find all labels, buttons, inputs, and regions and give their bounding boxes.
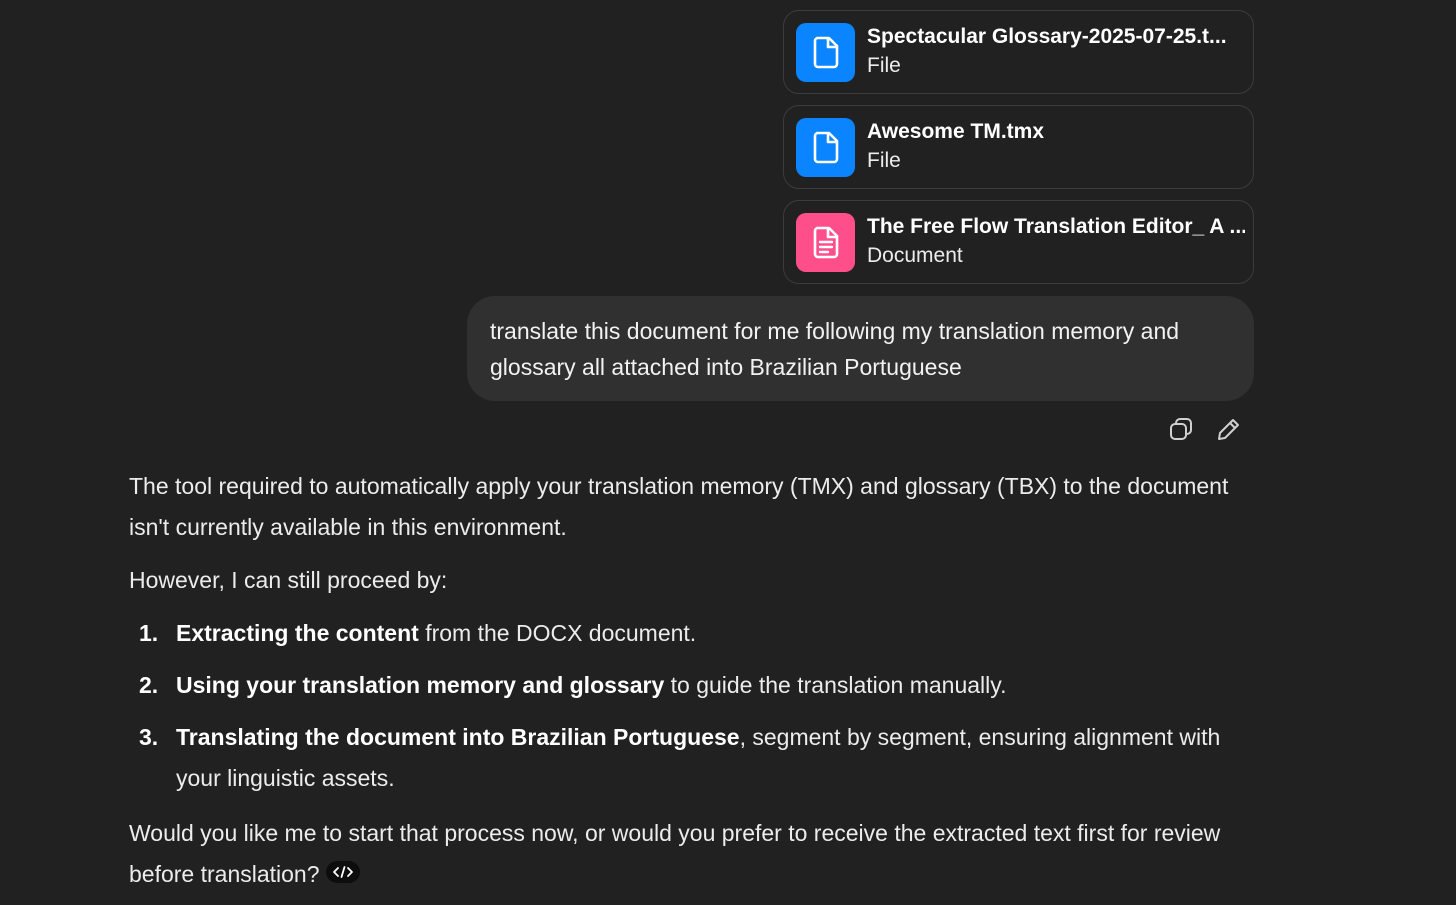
attachment-type: File [867,54,901,77]
attachment-text: Spectacular Glossary-2025-07-25.t... Fil… [867,23,1227,81]
list-item: 2. Using your translation memory and glos… [129,665,1269,706]
document-icon [796,212,855,272]
list-item-bold: Translating the document into Brazilian … [176,724,740,750]
edit-icon [1216,416,1242,447]
code-icon [332,851,354,892]
attachment-text: Awesome TM.tmx File [867,118,1044,176]
list-number: 1. [139,620,159,646]
attachment-type: File [867,149,901,172]
file-icon [796,117,855,177]
attachment-text: The Free Flow Translation Editor_ A ... … [867,213,1245,271]
code-button[interactable] [325,860,360,883]
message-actions [1166,416,1244,446]
list-number: 2. [139,672,159,698]
copy-button[interactable] [1166,416,1196,446]
attachment-card[interactable]: Spectacular Glossary-2025-07-25.t... Fil… [783,10,1254,94]
assistant-message: The tool required to automatically apply… [129,466,1269,895]
attachment-name: Spectacular Glossary-2025-07-25.t... [867,25,1227,48]
chat-page: Spectacular Glossary-2025-07-25.t... Fil… [0,0,1456,905]
list-item: 3. Translating the document into Brazilia… [129,717,1269,799]
edit-button[interactable] [1214,416,1244,446]
user-message-text: translate this document for me following… [490,318,1180,380]
attachment-card[interactable]: The Free Flow Translation Editor_ A ... … [783,200,1254,284]
copy-icon [1168,416,1194,447]
file-icon [796,22,855,82]
assistant-question: Would you like me to start that process … [129,820,1221,887]
user-message-bubble: translate this document for me following… [467,296,1254,401]
assistant-paragraph: Would you like me to start that process … [129,813,1269,895]
list-item-text: to guide the translation manually. [664,672,1007,698]
attachment-card[interactable]: Awesome TM.tmx File [783,105,1254,189]
attachment-type: Document [867,244,963,267]
list-item-text: from the DOCX document. [418,620,697,646]
list-item: 1. Extracting the content from the DOCX d… [129,613,1269,654]
attachment-name: The Free Flow Translation Editor_ A ... [867,215,1245,238]
assistant-paragraph: However, I can still proceed by: [129,567,448,593]
assistant-paragraph: The tool required to automatically apply… [129,473,1229,540]
attachment-list: Spectacular Glossary-2025-07-25.t... Fil… [783,10,1254,295]
list-number: 3. [139,724,159,750]
list-item-bold: Extracting the content [176,620,419,646]
attachment-name: Awesome TM.tmx [867,120,1044,143]
steps-list: 1. Extracting the content from the DOCX d… [129,613,1269,799]
list-item-bold: Using your translation memory and glossa… [176,672,665,698]
